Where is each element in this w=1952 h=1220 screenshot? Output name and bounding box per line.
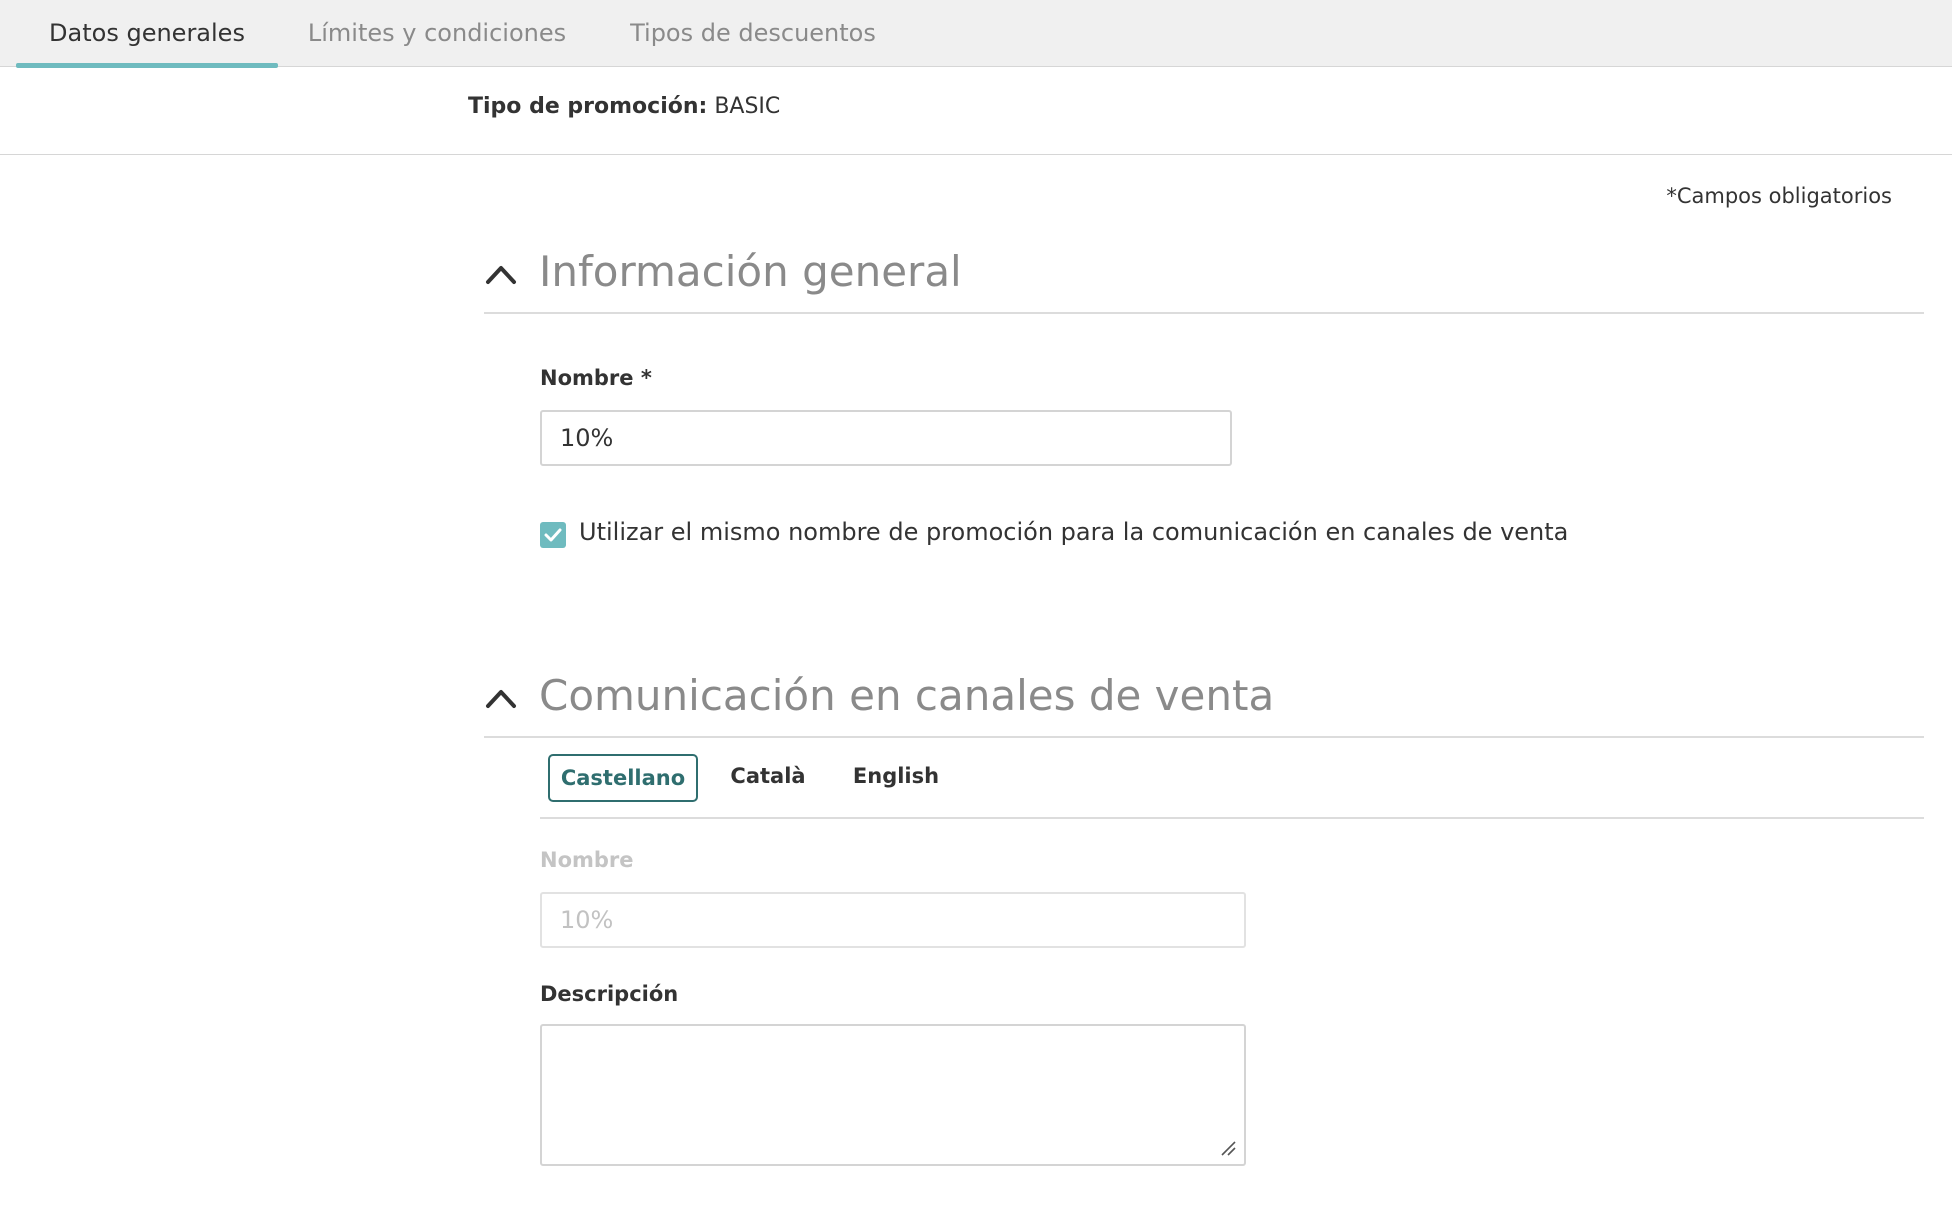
promotion-type-value: BASIC [714,94,781,119]
tab-tipos-de-descuentos[interactable]: Tipos de descuentos [620,0,886,67]
required-fields-note: *Campos obligatorios [1666,184,1892,208]
general-info-section-header: Información general [484,242,1924,314]
description-label: Descripción [540,982,679,1006]
lang-tab-catala[interactable]: Català [720,754,816,802]
general-info-title: Información general [539,247,962,296]
name-label: Nombre * [540,366,652,390]
description-textarea[interactable] [540,1024,1246,1166]
top-tab-bar: Datos generales Límites y condiciones Ti… [0,0,1952,68]
lang-tab-english[interactable]: English [846,754,946,802]
resize-handle-icon[interactable] [1220,1140,1236,1156]
lang-tab-castellano[interactable]: Castellano [548,754,698,802]
same-name-checkbox[interactable] [540,522,566,548]
promotion-type-label: Tipo de promoción: [468,94,708,119]
sales-channels-section-header: Comunicación en canales de venta [484,666,1924,738]
tab-datos-generales[interactable]: Datos generales [16,0,278,68]
header-divider [0,154,1952,155]
channel-name-input [540,892,1246,948]
promotion-type: Tipo de promoción: BASIC [468,94,780,119]
chevron-up-icon[interactable] [484,684,518,710]
language-tabs-divider [540,817,1924,819]
channel-name-label: Nombre [540,848,634,872]
tab-limites-y-condiciones[interactable]: Límites y condiciones [300,0,574,67]
same-name-checkbox-label[interactable]: Utilizar el mismo nombre de promoción pa… [579,518,1568,546]
checkmark-icon [544,528,562,542]
sales-channels-title: Comunicación en canales de venta [539,671,1275,720]
name-input[interactable] [540,410,1232,466]
chevron-up-icon[interactable] [484,260,518,286]
